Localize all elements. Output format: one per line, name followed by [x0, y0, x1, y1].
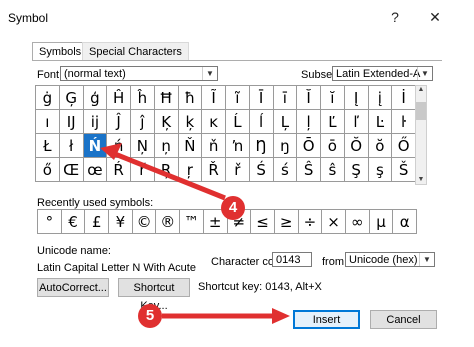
- step-5-badge: 5: [138, 304, 162, 328]
- step-4-badge: 4: [221, 196, 245, 220]
- arrow-5-head: [272, 308, 290, 324]
- arrow-4-line: [109, 149, 226, 201]
- annotation-arrows: [100, 143, 290, 324]
